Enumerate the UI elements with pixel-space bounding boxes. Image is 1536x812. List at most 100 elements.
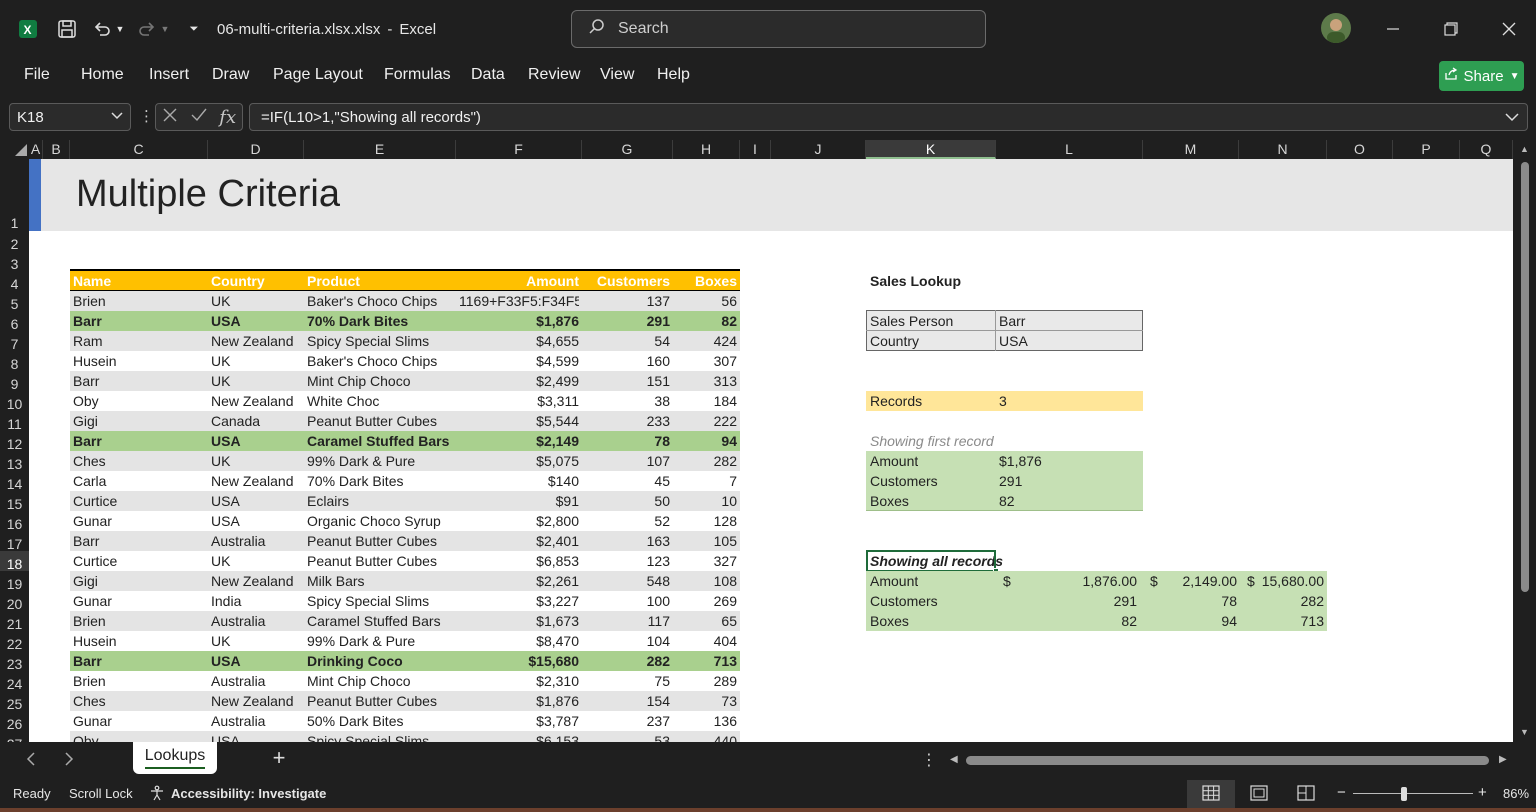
menu-home[interactable]: Home: [81, 66, 124, 84]
table-cell-product[interactable]: Peanut Butter Cubes: [307, 411, 453, 431]
table-cell-name[interactable]: Brien: [73, 671, 205, 691]
table-cell-country[interactable]: UK: [211, 451, 301, 471]
table-cell-amount[interactable]: $3,311: [459, 391, 579, 411]
user-avatar[interactable]: [1321, 13, 1351, 43]
minimize-icon[interactable]: [1378, 14, 1408, 44]
table-cell-country[interactable]: USA: [211, 431, 301, 451]
first-record-value[interactable]: 82: [999, 491, 1015, 511]
column-header-h[interactable]: H: [673, 140, 740, 159]
save-icon[interactable]: [54, 15, 80, 43]
table-cell-customers[interactable]: 233: [585, 411, 670, 431]
menu-view[interactable]: View: [600, 66, 634, 84]
table-cell-product[interactable]: Spicy Special Slims: [307, 731, 453, 742]
table-cell-country[interactable]: New Zealand: [211, 331, 301, 351]
table-cell-name[interactable]: Barr: [73, 651, 205, 671]
table-cell-amount[interactable]: $2,499: [459, 371, 579, 391]
page-break-view-icon[interactable]: [1297, 785, 1315, 804]
row-header-9[interactable]: 9: [0, 371, 29, 392]
column-header-k[interactable]: K: [866, 140, 996, 159]
table-cell-customers[interactable]: 104: [585, 631, 670, 651]
table-cell-name[interactable]: Gigi: [73, 571, 205, 591]
table-cell-amount[interactable]: $1,673: [459, 611, 579, 631]
table-cell-country[interactable]: USA: [211, 511, 301, 531]
table-cell-boxes[interactable]: 136: [676, 711, 737, 731]
table-cell-amount[interactable]: $4,655: [459, 331, 579, 351]
table-cell-amount[interactable]: $3,787: [459, 711, 579, 731]
table-cell-boxes[interactable]: 713: [676, 651, 737, 671]
table-cell-product[interactable]: Drinking Coco: [307, 651, 453, 671]
row-header-24[interactable]: 24: [0, 671, 29, 692]
table-cell-boxes[interactable]: 73: [676, 691, 737, 711]
table-cell-product[interactable]: Mint Chip Choco: [307, 371, 453, 391]
table-cell-name[interactable]: Ches: [73, 691, 205, 711]
table-cell-customers[interactable]: 117: [585, 611, 670, 631]
column-header-o[interactable]: O: [1327, 140, 1393, 159]
table-cell-product[interactable]: Milk Bars: [307, 571, 453, 591]
table-cell-boxes[interactable]: 82: [676, 311, 737, 331]
all-customers-2[interactable]: 78: [1159, 591, 1237, 611]
table-cell-customers[interactable]: 137: [585, 291, 670, 311]
column-header-n[interactable]: N: [1239, 140, 1327, 159]
table-cell-name[interactable]: Carla: [73, 471, 205, 491]
table-header-name[interactable]: Name: [73, 271, 205, 291]
zoom-out-button[interactable]: −: [1337, 784, 1346, 801]
search-box[interactable]: Search: [571, 10, 986, 48]
table-cell-name[interactable]: Ches: [73, 451, 205, 471]
table-cell-product[interactable]: 70% Dark Bites: [307, 311, 453, 331]
table-cell-amount[interactable]: 1169+F33F5:F34F5:: [459, 291, 579, 311]
table-header-amount[interactable]: Amount: [459, 271, 579, 291]
table-cell-name[interactable]: Barr: [73, 371, 205, 391]
table-cell-country[interactable]: Canada: [211, 411, 301, 431]
table-cell-country[interactable]: USA: [211, 311, 301, 331]
row-header-10[interactable]: 10: [0, 391, 29, 412]
table-cell-boxes[interactable]: 440: [676, 731, 737, 742]
row-header-7[interactable]: 7: [0, 331, 29, 352]
table-cell-amount[interactable]: $5,075: [459, 451, 579, 471]
table-cell-product[interactable]: Eclairs: [307, 491, 453, 511]
table-cell-name[interactable]: Brien: [73, 611, 205, 631]
country-input[interactable]: USA: [999, 331, 1139, 351]
table-cell-product[interactable]: Caramel Stuffed Bars: [307, 431, 453, 451]
table-cell-country[interactable]: New Zealand: [211, 391, 301, 411]
redo-icon[interactable]: [135, 15, 159, 43]
records-value[interactable]: 3: [999, 391, 1007, 411]
tabs-options-icon[interactable]: ⋮: [921, 750, 937, 770]
table-cell-name[interactable]: Husein: [73, 351, 205, 371]
table-cell-customers[interactable]: 163: [585, 531, 670, 551]
table-cell-customers[interactable]: 75: [585, 671, 670, 691]
add-sheet-button[interactable]: +: [268, 746, 290, 770]
all-amount-2-currency[interactable]: $: [1150, 571, 1158, 591]
enter-icon[interactable]: [190, 107, 208, 128]
table-cell-product[interactable]: 70% Dark Bites: [307, 471, 453, 491]
table-cell-country[interactable]: UK: [211, 371, 301, 391]
sales-person-input[interactable]: Barr: [999, 311, 1139, 331]
table-cell-boxes[interactable]: 282: [676, 451, 737, 471]
insert-function-icon[interactable]: fx: [219, 107, 236, 128]
column-header-b[interactable]: B: [43, 140, 70, 159]
table-cell-product[interactable]: Spicy Special Slims: [307, 331, 453, 351]
scroll-up-icon[interactable]: ▲: [1520, 144, 1529, 154]
column-header-f[interactable]: F: [456, 140, 582, 159]
name-box[interactable]: K18: [9, 103, 131, 131]
table-cell-boxes[interactable]: 307: [676, 351, 737, 371]
table-cell-boxes[interactable]: 289: [676, 671, 737, 691]
table-cell-amount[interactable]: $6,153: [459, 731, 579, 742]
column-header-e[interactable]: E: [304, 140, 456, 159]
table-header-product[interactable]: Product: [307, 271, 453, 291]
table-cell-boxes[interactable]: 105: [676, 531, 737, 551]
table-cell-customers[interactable]: 237: [585, 711, 670, 731]
normal-view-button[interactable]: [1187, 780, 1235, 808]
row-header-19[interactable]: 19: [0, 571, 29, 592]
zoom-slider-thumb[interactable]: [1401, 787, 1407, 801]
table-header-country[interactable]: Country: [211, 271, 301, 291]
menu-formulas[interactable]: Formulas: [384, 66, 451, 84]
menu-page-layout[interactable]: Page Layout: [273, 66, 363, 84]
name-box-dropdown-icon[interactable]: [111, 111, 123, 123]
tab-lookups[interactable]: Lookups: [133, 742, 217, 774]
table-cell-name[interactable]: Oby: [73, 731, 205, 742]
row-header-11[interactable]: 11: [0, 411, 29, 432]
table-cell-country[interactable]: UK: [211, 351, 301, 371]
table-cell-product[interactable]: Caramel Stuffed Bars: [307, 611, 453, 631]
expand-formula-bar-icon[interactable]: [1505, 109, 1519, 126]
table-cell-name[interactable]: Barr: [73, 431, 205, 451]
